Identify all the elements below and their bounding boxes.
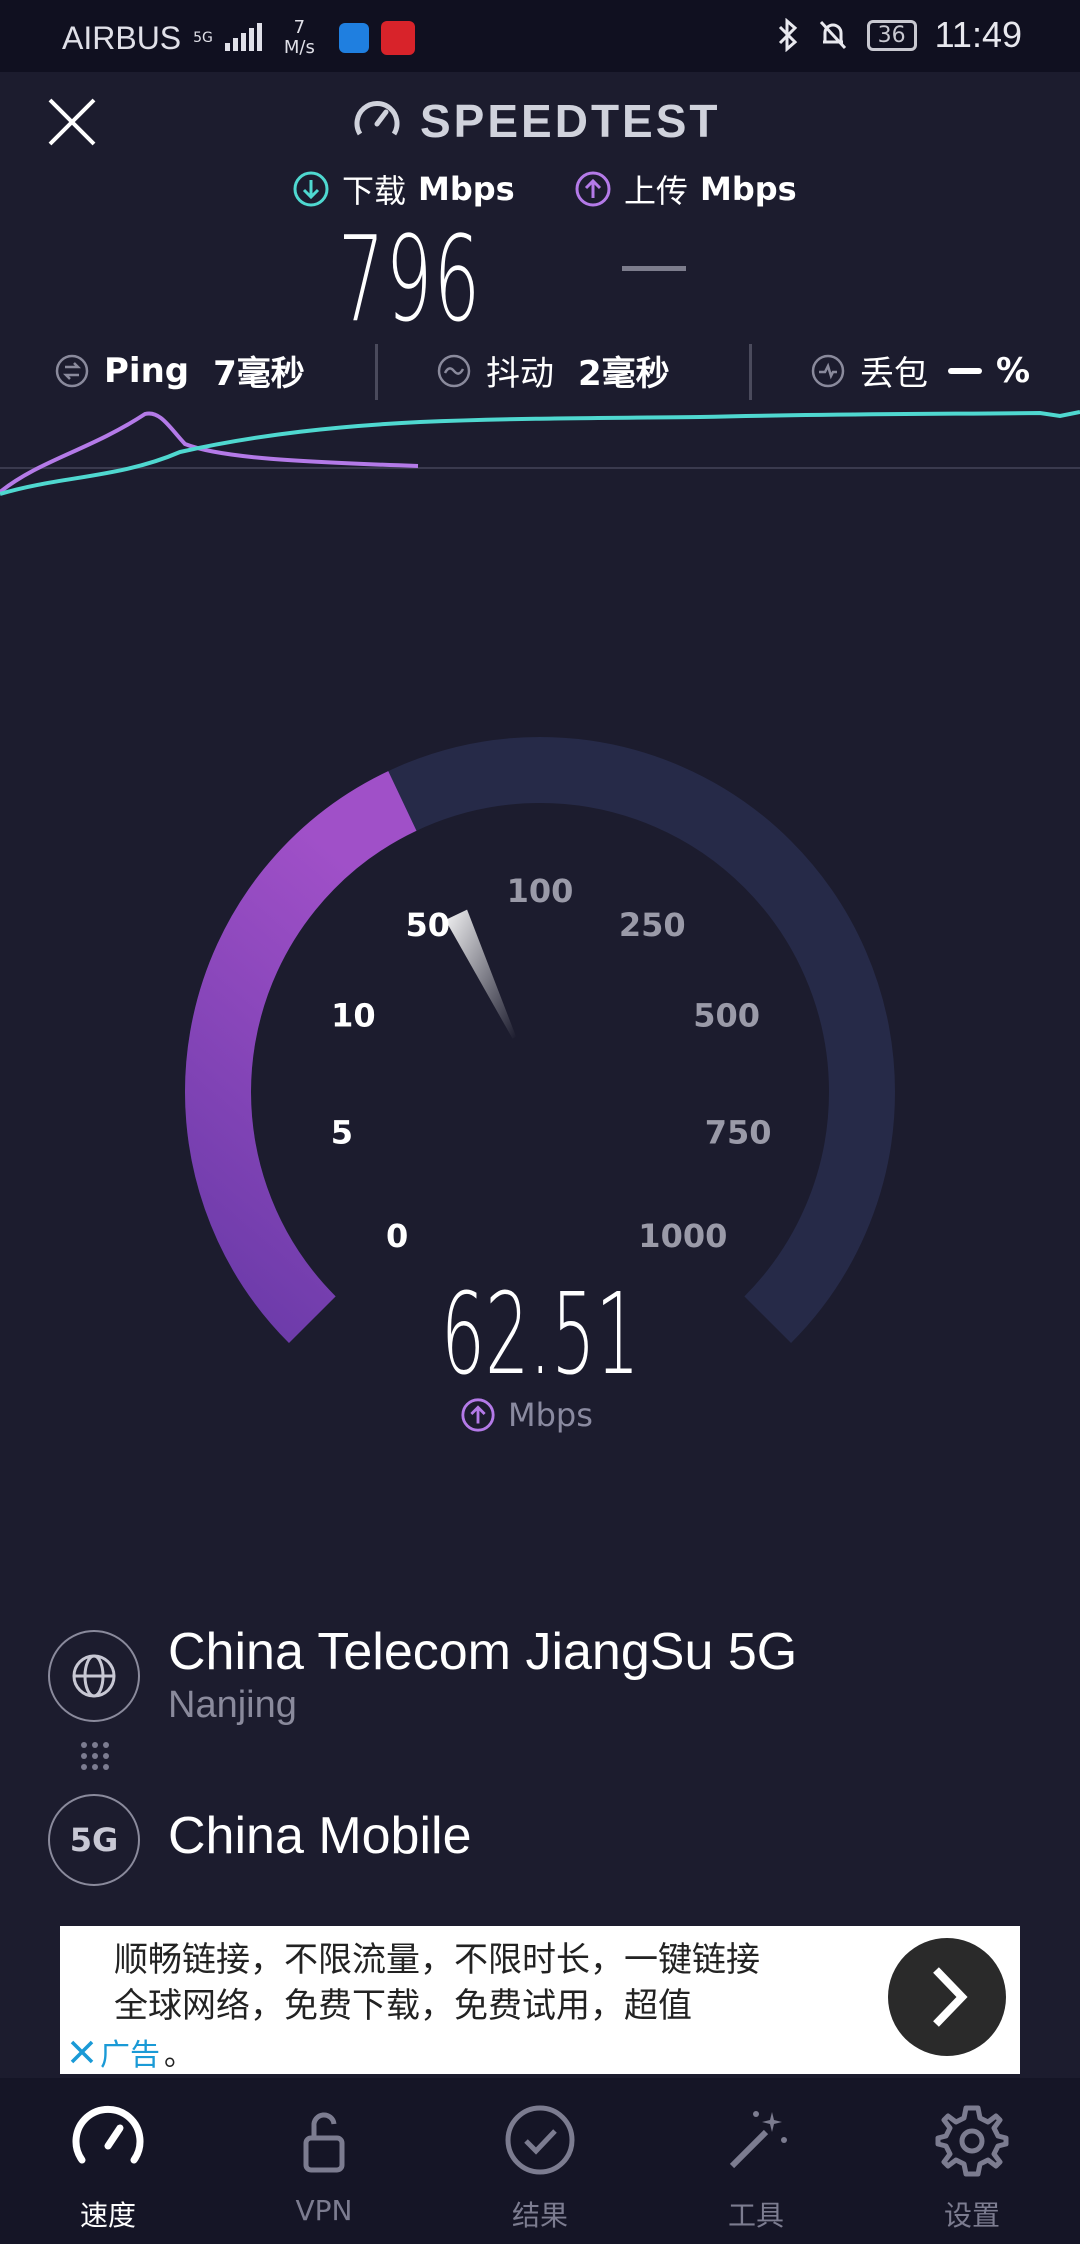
- download-value: 796: [338, 210, 482, 348]
- network-speed: 7 M/s: [284, 18, 315, 58]
- client-network-badge: 5G: [48, 1794, 140, 1886]
- packet-loss-label: 丢包: [860, 354, 928, 394]
- current-speed-unit: Mbps: [460, 1396, 593, 1434]
- connector-dots-icon: [81, 1742, 109, 1770]
- download-header: 下载 Mbps: [292, 166, 515, 212]
- ad-banner[interactable]: 顺畅链接，不限流量，不限时长，一键链接 全球网络，免费下载，免费试用，超值 广告…: [60, 1926, 1020, 2074]
- check-circle-icon: [505, 2105, 575, 2175]
- client-row[interactable]: 5G China Mobile: [48, 1794, 472, 1886]
- tab-label: 速度: [79, 2199, 136, 2232]
- jitter-value: 2毫秒: [578, 354, 670, 394]
- network-type: 5G: [193, 30, 213, 46]
- tab-settings[interactable]: 设置: [864, 2078, 1080, 2244]
- tab-label: 设置: [943, 2199, 1000, 2232]
- divider: [749, 344, 752, 400]
- chevron-right-icon: [933, 1967, 968, 2027]
- ad-line-2: 全球网络，免费下载，免费试用，超值: [114, 1986, 692, 2026]
- gauge-progress: [185, 771, 417, 1344]
- server-row[interactable]: China Telecom JiangSu 5G Nanjing: [48, 1623, 797, 1726]
- speed-icon: [72, 2105, 144, 2164]
- tab-results[interactable]: 结果: [432, 2078, 648, 2244]
- status-left: AIRBUS 5G 7 M/s: [62, 18, 415, 58]
- upload-header: 上传 Mbps: [574, 166, 797, 212]
- gauge-tick-label: 10: [331, 997, 376, 1035]
- tab-label: 结果: [511, 2199, 568, 2232]
- ad-tail: 。: [164, 2038, 194, 2073]
- gauge-tick-label: 750: [705, 1113, 772, 1151]
- gauge-needle: [445, 909, 517, 1039]
- tab-label: VPN: [295, 2194, 353, 2227]
- gauge-tick-label: 50: [406, 906, 451, 944]
- carrier-name: AIRBUS: [62, 19, 182, 56]
- speed-history-graph: [0, 410, 1080, 496]
- download-unit: Mbps: [418, 170, 515, 208]
- clock: 11:49: [934, 14, 1022, 55]
- status-bar: AIRBUS 5G 7 M/s 36 11:49: [0, 0, 1080, 72]
- upload-label: 上传: [624, 172, 689, 210]
- ad-tag[interactable]: 广告 。: [68, 2030, 194, 2074]
- gauge-tick-label: 0: [386, 1217, 408, 1255]
- gauge-tick-label: 5: [331, 1113, 353, 1151]
- current-speed-value: 62.51: [440, 1270, 640, 1400]
- download-history-line: [0, 410, 1080, 496]
- close-ad-icon[interactable]: [68, 2038, 96, 2066]
- bottom-tab-bar: 速度 VPN 结果 工具 设置: [0, 2078, 1080, 2244]
- ping-label: Ping: [104, 350, 190, 391]
- jitter-icon: [437, 354, 471, 387]
- ping-value: 7毫秒: [213, 354, 305, 394]
- server-provider: China Telecom JiangSu 5G: [168, 1623, 798, 1681]
- upload-arrow-icon: [575, 171, 611, 207]
- network-speed-value: 7: [293, 17, 306, 38]
- gauge-unit-label: Mbps: [508, 1396, 593, 1434]
- wand-icon: [729, 2111, 787, 2169]
- gauge-tick-label: 1000: [638, 1217, 727, 1255]
- current-speed: 62.51: [0, 1270, 1080, 1400]
- packet-loss-dash: [948, 367, 982, 374]
- ad-tag-label: 广告: [100, 2038, 160, 2073]
- status-right: 36 11:49: [777, 14, 1022, 56]
- app-notification-icon: [380, 21, 415, 55]
- download-label: 下载: [342, 172, 407, 210]
- upload-value-placeholder: [622, 266, 686, 271]
- globe-icon: [48, 1630, 140, 1722]
- packet-loss-stat: 丢包 %: [810, 346, 1030, 395]
- gauge-tick-label: 100: [507, 872, 574, 910]
- signal-icon: [224, 23, 262, 51]
- jitter-label: 抖动: [486, 354, 554, 394]
- gauge-ticks: 0 5 10 50 100 250 500 750 1000: [331, 872, 772, 1255]
- packet-loss-icon: [811, 354, 845, 387]
- speedtest-logo-icon: [354, 101, 400, 136]
- header: SPEEDTEST: [0, 72, 1080, 172]
- download-arrow-icon: [293, 171, 329, 207]
- gauge-tick-label: 250: [619, 906, 686, 944]
- bluetooth-icon: [778, 18, 797, 52]
- lock-icon: [303, 2112, 345, 2173]
- ad-line-1: 顺畅链接，不限流量，不限时长，一键链接: [114, 1940, 760, 1980]
- gear-icon: [935, 2105, 1009, 2177]
- app-notification-icon: [338, 23, 369, 53]
- divider: [375, 344, 378, 400]
- server-city: Nanjing: [168, 1684, 297, 1726]
- battery-icon: 36: [866, 19, 917, 51]
- tab-tools[interactable]: 工具: [648, 2078, 864, 2244]
- packet-loss-value: %: [996, 350, 1031, 391]
- mute-bell-icon: [819, 20, 846, 50]
- jitter-stat: 抖动 2毫秒: [436, 346, 670, 395]
- tab-label: 工具: [727, 2199, 784, 2232]
- tab-speed[interactable]: 速度: [0, 2078, 216, 2244]
- upload-unit: Mbps: [700, 170, 797, 208]
- close-icon[interactable]: [44, 94, 100, 150]
- stats-row: Ping 7毫秒 抖动 2毫秒 丢包 %: [0, 344, 1080, 406]
- tab-vpn[interactable]: VPN: [216, 2078, 432, 2244]
- ad-open-button[interactable]: [888, 1938, 1006, 2056]
- client-provider: China Mobile: [168, 1807, 472, 1865]
- ping-stat: Ping 7毫秒: [54, 346, 305, 395]
- brand-logo: SPEEDTEST: [352, 94, 721, 148]
- gauge-tick-label: 500: [693, 997, 760, 1035]
- brand-title: SPEEDTEST: [420, 95, 721, 147]
- ping-icon: [55, 354, 89, 387]
- network-speed-unit: M/s: [283, 37, 315, 58]
- upload-arrow-icon: [461, 1398, 495, 1432]
